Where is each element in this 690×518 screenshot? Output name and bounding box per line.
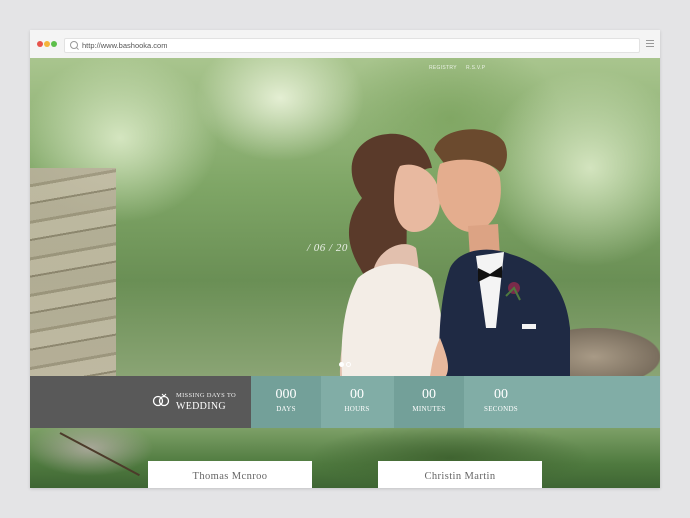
- couple-section: Thomas Mcnroo Christin Martin: [30, 428, 660, 488]
- countdown-subtitle: MISSING DAYS TO: [176, 392, 237, 399]
- bride-dress: [341, 263, 444, 376]
- bride-name: Christin Martin: [424, 471, 496, 482]
- slider-dot-active[interactable]: [339, 362, 344, 367]
- address-bar[interactable]: http://www.bashooka.com: [64, 38, 640, 53]
- seconds-value: 00: [494, 387, 508, 402]
- hours-value: 00: [350, 387, 364, 402]
- countdown-seconds: 00 SECONDS: [466, 376, 536, 428]
- url-text: http://www.bashooka.com: [82, 41, 168, 50]
- days-label: DAYS: [276, 405, 296, 413]
- slider-dot[interactable]: [346, 362, 351, 367]
- groom-name: Thomas Mcnroo: [192, 471, 268, 482]
- minutes-label: MINUTES: [412, 405, 446, 413]
- hamburger-menu-icon[interactable]: [646, 40, 654, 47]
- minutes-value: 00: [422, 387, 436, 402]
- browser-toolbar: http://www.bashooka.com: [30, 30, 660, 59]
- search-icon: [70, 41, 78, 49]
- countdown-hours: 00 HOURS: [322, 376, 392, 428]
- groom-face: [437, 159, 501, 233]
- browser-window: http://www.bashooka.com REGISTRY R.S.V.P: [30, 30, 660, 488]
- stone-wall: [30, 168, 116, 376]
- hero-image: REGISTRY R.S.V.P / 06 / 20: [30, 58, 660, 376]
- bride-face: [394, 164, 440, 232]
- wedding-date: / 06 / 20: [307, 242, 348, 254]
- countdown-title: WEDDING: [176, 401, 226, 412]
- minimize-window-dot[interactable]: [44, 41, 50, 47]
- close-window-dot[interactable]: [37, 41, 43, 47]
- countdown-days: 000 DAYS: [251, 376, 321, 428]
- wedding-rings-icon: [152, 393, 170, 407]
- bride-name-card[interactable]: Christin Martin: [378, 461, 542, 488]
- days-value: 000: [275, 387, 297, 402]
- groom-name-card[interactable]: Thomas Mcnroo: [148, 461, 312, 488]
- pocket-square: [522, 324, 536, 329]
- countdown-minutes: 00 MINUTES: [394, 376, 464, 428]
- groom-suit: [439, 249, 570, 376]
- countdown-bar: MISSING DAYS TO WEDDING 000 DAYS 00 HOUR…: [30, 376, 660, 428]
- nav-link-rsvp[interactable]: R.S.V.P: [466, 65, 485, 71]
- maximize-window-dot[interactable]: [51, 41, 57, 47]
- seconds-label: SECONDS: [484, 405, 518, 413]
- hours-label: HOURS: [344, 405, 370, 413]
- countdown-title-block: MISSING DAYS TO WEDDING: [30, 376, 251, 428]
- tree-branch: [59, 432, 140, 477]
- nav-link-registry[interactable]: REGISTRY: [429, 65, 457, 71]
